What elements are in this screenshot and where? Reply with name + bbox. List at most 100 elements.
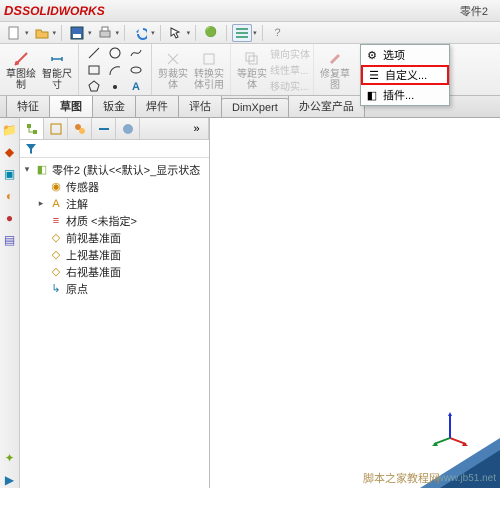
- task-pane-strip: 📁 ◆ ▣ ◐ ● ▤ ✦ ▶: [0, 118, 20, 488]
- options-button[interactable]: [232, 24, 252, 42]
- help-button[interactable]: ?: [268, 24, 288, 42]
- trim-entities-button[interactable]: 剪裁实体: [155, 47, 191, 93]
- tree-material[interactable]: ≡ 材质 <未指定>: [22, 212, 207, 229]
- rect-tool-button[interactable]: [84, 62, 104, 78]
- tab-office[interactable]: 办公室产品: [288, 94, 365, 117]
- move-entities-button[interactable]: 移动实...: [270, 78, 310, 93]
- options-dropdown-menu: ⚙ 选项 ☰ 自定义... ◧ 插件...: [360, 44, 450, 106]
- appearances-button[interactable]: ●: [2, 210, 18, 226]
- menu-options[interactable]: ⚙ 选项: [361, 45, 449, 65]
- tab-sketch[interactable]: 草图: [49, 94, 93, 117]
- chevron-right-icon: »: [193, 123, 199, 135]
- dimxpert-tab-icon: [97, 122, 111, 136]
- custom-props-button[interactable]: ▤: [2, 232, 18, 248]
- featuremanager-panel: » ▾ ◧ 零件2 (默认<<默认>_显示状态 ◉ 传感器 ▸ A 注解: [20, 118, 210, 488]
- plane-icon: ◇: [49, 231, 63, 244]
- save-button[interactable]: [67, 24, 87, 42]
- printer-icon: [98, 26, 112, 40]
- convert-entities-button[interactable]: 转换实体引用: [191, 47, 227, 93]
- linear-pattern-button[interactable]: 线性草...: [270, 62, 310, 77]
- file-explorer-button[interactable]: ▣: [2, 166, 18, 182]
- offset-entities-button[interactable]: 等距实体: [234, 47, 270, 93]
- text-icon: A: [132, 81, 140, 93]
- dropdown-arrow-icon[interactable]: ▾: [53, 29, 57, 37]
- tree-front-plane[interactable]: ◇ 前视基准面: [22, 229, 207, 246]
- tree-annotations[interactable]: ▸ A 注解: [22, 195, 207, 212]
- expand-icon[interactable]: ▸: [36, 198, 46, 209]
- separator: [226, 25, 227, 41]
- separator: [124, 25, 125, 41]
- sw-resources-button[interactable]: 📁: [2, 122, 18, 138]
- origin-icon: ↳: [49, 282, 63, 295]
- dropdown-arrow-icon[interactable]: ▾: [116, 29, 120, 37]
- dropdown-arrow-icon[interactable]: ▾: [253, 29, 257, 37]
- dropdown-arrow-icon[interactable]: ▾: [25, 29, 29, 37]
- save-icon: [70, 26, 84, 40]
- book-icon: ◆: [5, 145, 14, 159]
- fm-tab-dimxpert[interactable]: [92, 118, 116, 139]
- spline-icon: [129, 46, 143, 60]
- line-tool-button[interactable]: [84, 45, 104, 61]
- separator: [160, 25, 161, 41]
- undo-button[interactable]: [130, 24, 150, 42]
- mirror-entities-button[interactable]: 镜向实体: [270, 46, 310, 61]
- plane-icon: ◇: [49, 265, 63, 278]
- open-doc-button[interactable]: [32, 24, 52, 42]
- sphere-icon: ●: [6, 211, 13, 225]
- tab-features[interactable]: 特征: [6, 94, 50, 117]
- repair-sketch-button[interactable]: 修复草图: [317, 47, 353, 93]
- fm-tab-display[interactable]: [116, 118, 140, 139]
- file-icon: [7, 26, 21, 40]
- tree-top-plane[interactable]: ◇ 上视基准面: [22, 246, 207, 263]
- select-button[interactable]: [166, 24, 186, 42]
- fm-tab-tree[interactable]: [20, 118, 44, 139]
- view-palette-button[interactable]: ◐: [2, 188, 18, 204]
- tree-right-plane[interactable]: ◇ 右视基准面: [22, 263, 207, 280]
- ellipse-icon: [129, 63, 143, 77]
- tree-sensors[interactable]: ◉ 传感器: [22, 178, 207, 195]
- tab-sheetmetal[interactable]: 钣金: [92, 94, 136, 117]
- graphics-viewport[interactable]: www.jb51.net 脚本之家教程网: [210, 118, 500, 488]
- ribbon: 草图绘制 智能尺寸 A 剪裁实体 转换实体引用: [0, 44, 500, 96]
- design-library-button[interactable]: ◆: [2, 144, 18, 160]
- title-bar: DS SOLIDWORKS 零件2: [0, 0, 500, 22]
- sketch-button[interactable]: 草图绘制: [3, 47, 39, 93]
- circle-tool-button[interactable]: [105, 45, 125, 61]
- tab-dimxpert[interactable]: DimXpert: [221, 98, 289, 117]
- folder-icon: 📁: [2, 123, 17, 137]
- dropdown-arrow-icon[interactable]: ▾: [151, 29, 155, 37]
- circle-icon: [108, 46, 122, 60]
- menu-addins[interactable]: ◧ 插件...: [361, 85, 449, 105]
- new-doc-button[interactable]: [4, 24, 24, 42]
- tree-origin[interactable]: ↳ 原点: [22, 280, 207, 297]
- rebuild-button[interactable]: 🟢: [201, 24, 221, 42]
- arc-tool-button[interactable]: [105, 62, 125, 78]
- fm-tab-config[interactable]: [68, 118, 92, 139]
- tab-evaluate[interactable]: 评估: [178, 94, 222, 117]
- separator: [195, 25, 196, 41]
- dropdown-arrow-icon[interactable]: ▾: [88, 29, 92, 37]
- fm-tab-expand[interactable]: »: [185, 118, 209, 139]
- help-icon: ?: [275, 27, 281, 39]
- fm-filter-bar[interactable]: [20, 140, 209, 158]
- ellipse-tool-button[interactable]: [126, 62, 146, 78]
- dropdown-arrow-icon[interactable]: ▾: [187, 29, 191, 37]
- folder-open-icon: [35, 26, 49, 40]
- motion-study-button[interactable]: ▶: [2, 472, 18, 488]
- polygon-tool-button[interactable]: [84, 79, 104, 95]
- customize-icon: ☰: [367, 69, 381, 82]
- spline-tool-button[interactable]: [126, 45, 146, 61]
- print-button[interactable]: [95, 24, 115, 42]
- fm-tab-property[interactable]: [44, 118, 68, 139]
- separator: [262, 25, 263, 41]
- text-tool-button[interactable]: A: [126, 79, 146, 95]
- menu-customize[interactable]: ☰ 自定义...: [361, 65, 449, 85]
- drive-icon: ▣: [4, 167, 15, 181]
- point-tool-button[interactable]: [105, 79, 125, 95]
- axis-toggle-button[interactable]: ✦: [2, 450, 18, 466]
- collapse-icon[interactable]: ▾: [22, 164, 32, 175]
- main-area: 📁 ◆ ▣ ◐ ● ▤ ✦ ▶ » ▾ ◧ 零件2 (默认<<默认>_显示状态: [0, 118, 500, 488]
- tree-root[interactable]: ▾ ◧ 零件2 (默认<<默认>_显示状态: [22, 161, 207, 178]
- smart-dimension-button[interactable]: 智能尺寸: [39, 47, 75, 93]
- tab-weldments[interactable]: 焊件: [135, 94, 179, 117]
